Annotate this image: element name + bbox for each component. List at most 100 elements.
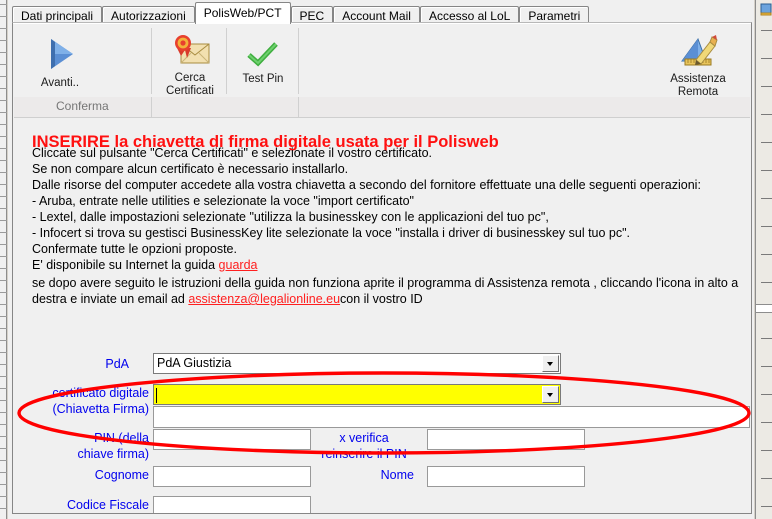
toolbar-separator-1 — [151, 28, 152, 94]
toolbar-separator-3 — [298, 28, 299, 94]
background-grid-tick — [761, 114, 772, 115]
background-grid-tick — [0, 208, 7, 209]
background-grid-tick — [761, 30, 772, 31]
background-grid-tick — [0, 316, 7, 317]
background-grid-tick — [761, 506, 772, 507]
support-prefix-text: destra e inviate un email ad — [32, 292, 189, 306]
test-pin-label: Test Pin — [242, 73, 284, 85]
x-verifica-label: x verifica — [339, 431, 389, 445]
background-grid-tick — [0, 424, 7, 425]
instruction-line-0: Cliccate sul pulsante "Cerca Certificati… — [32, 146, 433, 160]
codice-fiscale-input[interactable] — [153, 496, 311, 513]
background-grid-tick — [761, 338, 772, 339]
tab-label: Autorizzazioni — [111, 9, 186, 23]
background-grid-tick — [0, 484, 7, 485]
polisweb-dialog: Dati principali Autorizzazioni PolisWeb/PC… — [8, 0, 754, 519]
background-grid-tick — [0, 508, 7, 509]
pin-label-1: PIN (della — [94, 431, 149, 445]
cognome-label: Cognome — [94, 468, 149, 482]
background-grid-tick — [0, 88, 7, 89]
tab-label: PolisWeb/PCT — [203, 6, 282, 20]
background-grid-tick — [0, 52, 7, 53]
background-grid-tick — [761, 478, 772, 479]
cerca-certificati-button[interactable]: Cerca Certificati — [156, 34, 224, 98]
background-grid-tick — [0, 244, 7, 245]
background-grid-tick — [0, 436, 7, 437]
guarda-link[interactable]: guarda — [219, 258, 258, 272]
background-grid-tick — [0, 280, 7, 281]
background-grid-tick — [0, 76, 7, 77]
instruction-line-4: - Lextel, dalle impostazioni selezionate… — [32, 210, 549, 224]
background-window-right-sliver — [755, 0, 772, 519]
instruction-line-5: - Infocert si trova su gestisci Business… — [32, 226, 631, 240]
green-check-icon — [230, 42, 296, 71]
play-triangle-icon — [20, 36, 100, 75]
chevron-down-icon[interactable] — [542, 355, 559, 372]
tab-label: PEC — [299, 9, 325, 23]
background-grid-tick — [0, 160, 7, 161]
ruler-pencil-icon — [659, 34, 737, 71]
background-grid-tick — [0, 172, 7, 173]
guide-line: E' disponibile su Internet la guida guar… — [32, 257, 257, 273]
pda-combobox[interactable]: PdA Giustizia — [153, 353, 561, 374]
codice-fiscale-label: Codice Fiscale — [67, 498, 149, 512]
background-window-left-sliver — [0, 0, 7, 519]
background-grid-tick — [761, 450, 772, 451]
assistenza-remota-label-1: Assistenza — [670, 73, 726, 85]
background-grid-tick — [0, 28, 7, 29]
certificato-digitale-combobox[interactable] — [153, 384, 561, 405]
background-grid-tick — [761, 58, 772, 59]
pin-input[interactable] — [153, 429, 311, 450]
cognome-input[interactable] — [153, 466, 311, 487]
background-grid-tick — [0, 472, 7, 473]
background-grid-tick — [0, 16, 7, 17]
background-window-splitter — [756, 304, 772, 313]
background-grid-tick — [0, 184, 7, 185]
certificato-dettaglio-field[interactable] — [153, 406, 750, 428]
screen-root: Dati principali Autorizzazioni PolisWeb/PC… — [0, 0, 772, 519]
assistenza-email-link[interactable]: assistenza@legalionline.eu — [188, 292, 340, 306]
background-grid-tick — [0, 352, 7, 353]
certificate-envelope-icon — [156, 34, 224, 70]
background-grid-tick — [761, 394, 772, 395]
tab-label: Dati principali — [21, 9, 94, 23]
nome-input[interactable] — [427, 466, 585, 487]
background-grid-tick — [0, 232, 7, 233]
pda-selected-value: PdA Giustizia — [157, 356, 232, 370]
nome-label: Nome — [380, 468, 414, 482]
tab-label: Account Mail — [342, 9, 411, 23]
instruction-line-3: - Aruba, entrate nelle utilities e selez… — [32, 194, 414, 208]
support-suffix-text: con il vostro ID — [340, 292, 423, 306]
pin-verifica-input[interactable] — [427, 429, 585, 450]
background-grid-tick — [0, 412, 7, 413]
background-grid-tick — [0, 40, 7, 41]
background-grid-tick — [0, 112, 7, 113]
avanti-button[interactable]: Avanti.. — [20, 36, 100, 90]
chevron-down-icon[interactable] — [542, 386, 559, 403]
guide-prefix-text: E' disponibile su Internet la guida — [32, 258, 219, 272]
conferma-group-caption: Conferma — [56, 99, 109, 113]
certificato-digitale-label-2: (Chiavetta Firma) — [52, 402, 149, 416]
background-grid-tick — [0, 292, 7, 293]
instruction-line-6: Confermate tutte le opzioni proposte. — [32, 242, 237, 256]
background-grid-tick — [0, 220, 7, 221]
background-window-icon — [760, 3, 772, 16]
assistenza-remota-button[interactable]: Assistenza Remota — [659, 34, 737, 99]
avanti-label: Avanti.. — [40, 77, 80, 89]
background-grid-tick — [0, 124, 7, 125]
background-grid-tick — [0, 100, 7, 101]
toolbar-group-caption-row: Conferma — [14, 97, 750, 118]
toolbar: Avanti.. Cerca Certificati Test Pin Assi… — [14, 24, 750, 98]
support-line-1: se dopo avere seguito le istruzioni dell… — [32, 276, 739, 290]
background-grid-tick — [761, 282, 772, 283]
background-grid-tick — [761, 366, 772, 367]
background-grid-tick — [761, 142, 772, 143]
background-grid-tick — [0, 388, 7, 389]
tab-label: Accesso al LoL — [428, 9, 511, 23]
background-grid-tick — [0, 256, 7, 257]
test-pin-button[interactable]: Test Pin — [230, 42, 296, 86]
tab-polisweb-pct[interactable]: PolisWeb/PCT — [194, 2, 291, 24]
content-area: INSERIRE la chiavetta di firma digitale … — [14, 118, 751, 513]
background-grid-tick — [0, 400, 7, 401]
background-grid-tick — [0, 340, 7, 341]
